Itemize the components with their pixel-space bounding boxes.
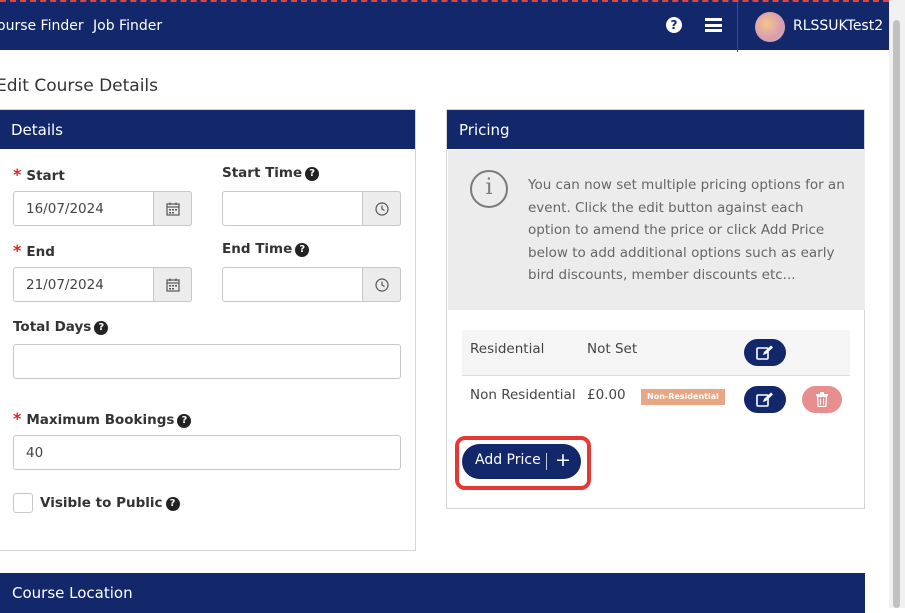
max-bookings-label: * Maximum Bookings? <box>13 409 192 428</box>
help-icon[interactable]: ? <box>305 167 320 181</box>
hamburger-menu-icon[interactable] <box>705 18 722 32</box>
price-row: Residential Not Set <box>462 330 850 376</box>
scrollbar-thumb[interactable] <box>893 20 900 608</box>
price-name: Non Residential <box>470 387 576 403</box>
end-time-label: End Time? <box>222 241 310 257</box>
max-bookings-input[interactable]: 40 <box>13 435 401 470</box>
total-days-label: Total Days? <box>13 319 109 335</box>
required-asterisk: * <box>13 409 22 428</box>
price-name: Residential <box>470 341 545 357</box>
help-icon[interactable]: ? <box>177 414 192 428</box>
calendar-icon[interactable] <box>153 191 192 226</box>
help-icon[interactable]: ? <box>666 17 682 33</box>
help-icon[interactable]: ? <box>295 243 310 257</box>
pricing-panel: Pricing i You can now set multiple prici… <box>446 109 865 509</box>
details-heading: Details <box>0 110 415 149</box>
help-icon[interactable]: ? <box>94 321 109 335</box>
edit-price-button[interactable] <box>744 339 786 366</box>
start-date-input[interactable]: 16/07/2024 <box>13 191 192 226</box>
start-time-label: Start Time? <box>222 165 320 181</box>
plus-icon: + <box>555 449 571 471</box>
avatar[interactable] <box>755 12 785 42</box>
visible-public-checkbox[interactable] <box>13 493 33 513</box>
start-time-input[interactable] <box>222 191 401 226</box>
calendar-icon[interactable] <box>153 267 192 302</box>
required-asterisk: * <box>13 241 22 260</box>
start-label: * Start <box>13 165 65 184</box>
clock-icon[interactable] <box>362 267 401 302</box>
info-box: i You can now set multiple pricing optio… <box>448 150 865 310</box>
details-panel: Details * Start 16/07/2024 Start Time? * E… <box>0 109 416 551</box>
course-location-heading[interactable]: Course Location <box>0 573 865 613</box>
top-navbar: ourse Finder Job Finder ? RLSSUKTest2 <box>0 0 889 52</box>
pricing-heading: Pricing <box>447 110 864 149</box>
info-text: You can now set multiple pricing options… <box>528 177 845 283</box>
required-asterisk: * <box>13 165 22 184</box>
nav-course-finder[interactable]: ourse Finder <box>0 18 84 34</box>
page-scrollbar[interactable] <box>889 0 905 608</box>
add-price-button[interactable]: Add Price + <box>462 444 581 479</box>
help-icon[interactable]: ? <box>165 497 180 511</box>
info-icon: i <box>470 170 508 208</box>
navbar-divider <box>737 2 738 52</box>
end-label: * End <box>13 241 55 260</box>
nav-job-finder[interactable]: Job Finder <box>93 18 162 34</box>
clock-icon[interactable] <box>362 191 401 226</box>
button-separator <box>546 453 547 470</box>
username[interactable]: RLSSUKTest2 <box>793 18 883 34</box>
edit-price-button[interactable] <box>744 386 786 413</box>
delete-price-button[interactable] <box>802 386 842 413</box>
end-time-input[interactable] <box>222 267 401 302</box>
add-price-label: Add Price <box>475 452 541 468</box>
price-row: Non Residential £0.00 Non-Residential <box>462 376 850 422</box>
page-title: Edit Course Details <box>0 76 159 96</box>
visible-public-label: Visible to Public? <box>40 495 180 511</box>
price-type-badge: Non-Residential <box>641 389 725 405</box>
price-value: Not Set <box>587 341 638 357</box>
total-days-input[interactable] <box>13 344 401 379</box>
end-date-input[interactable]: 21/07/2024 <box>13 267 192 302</box>
price-value: £0.00 <box>587 387 626 403</box>
